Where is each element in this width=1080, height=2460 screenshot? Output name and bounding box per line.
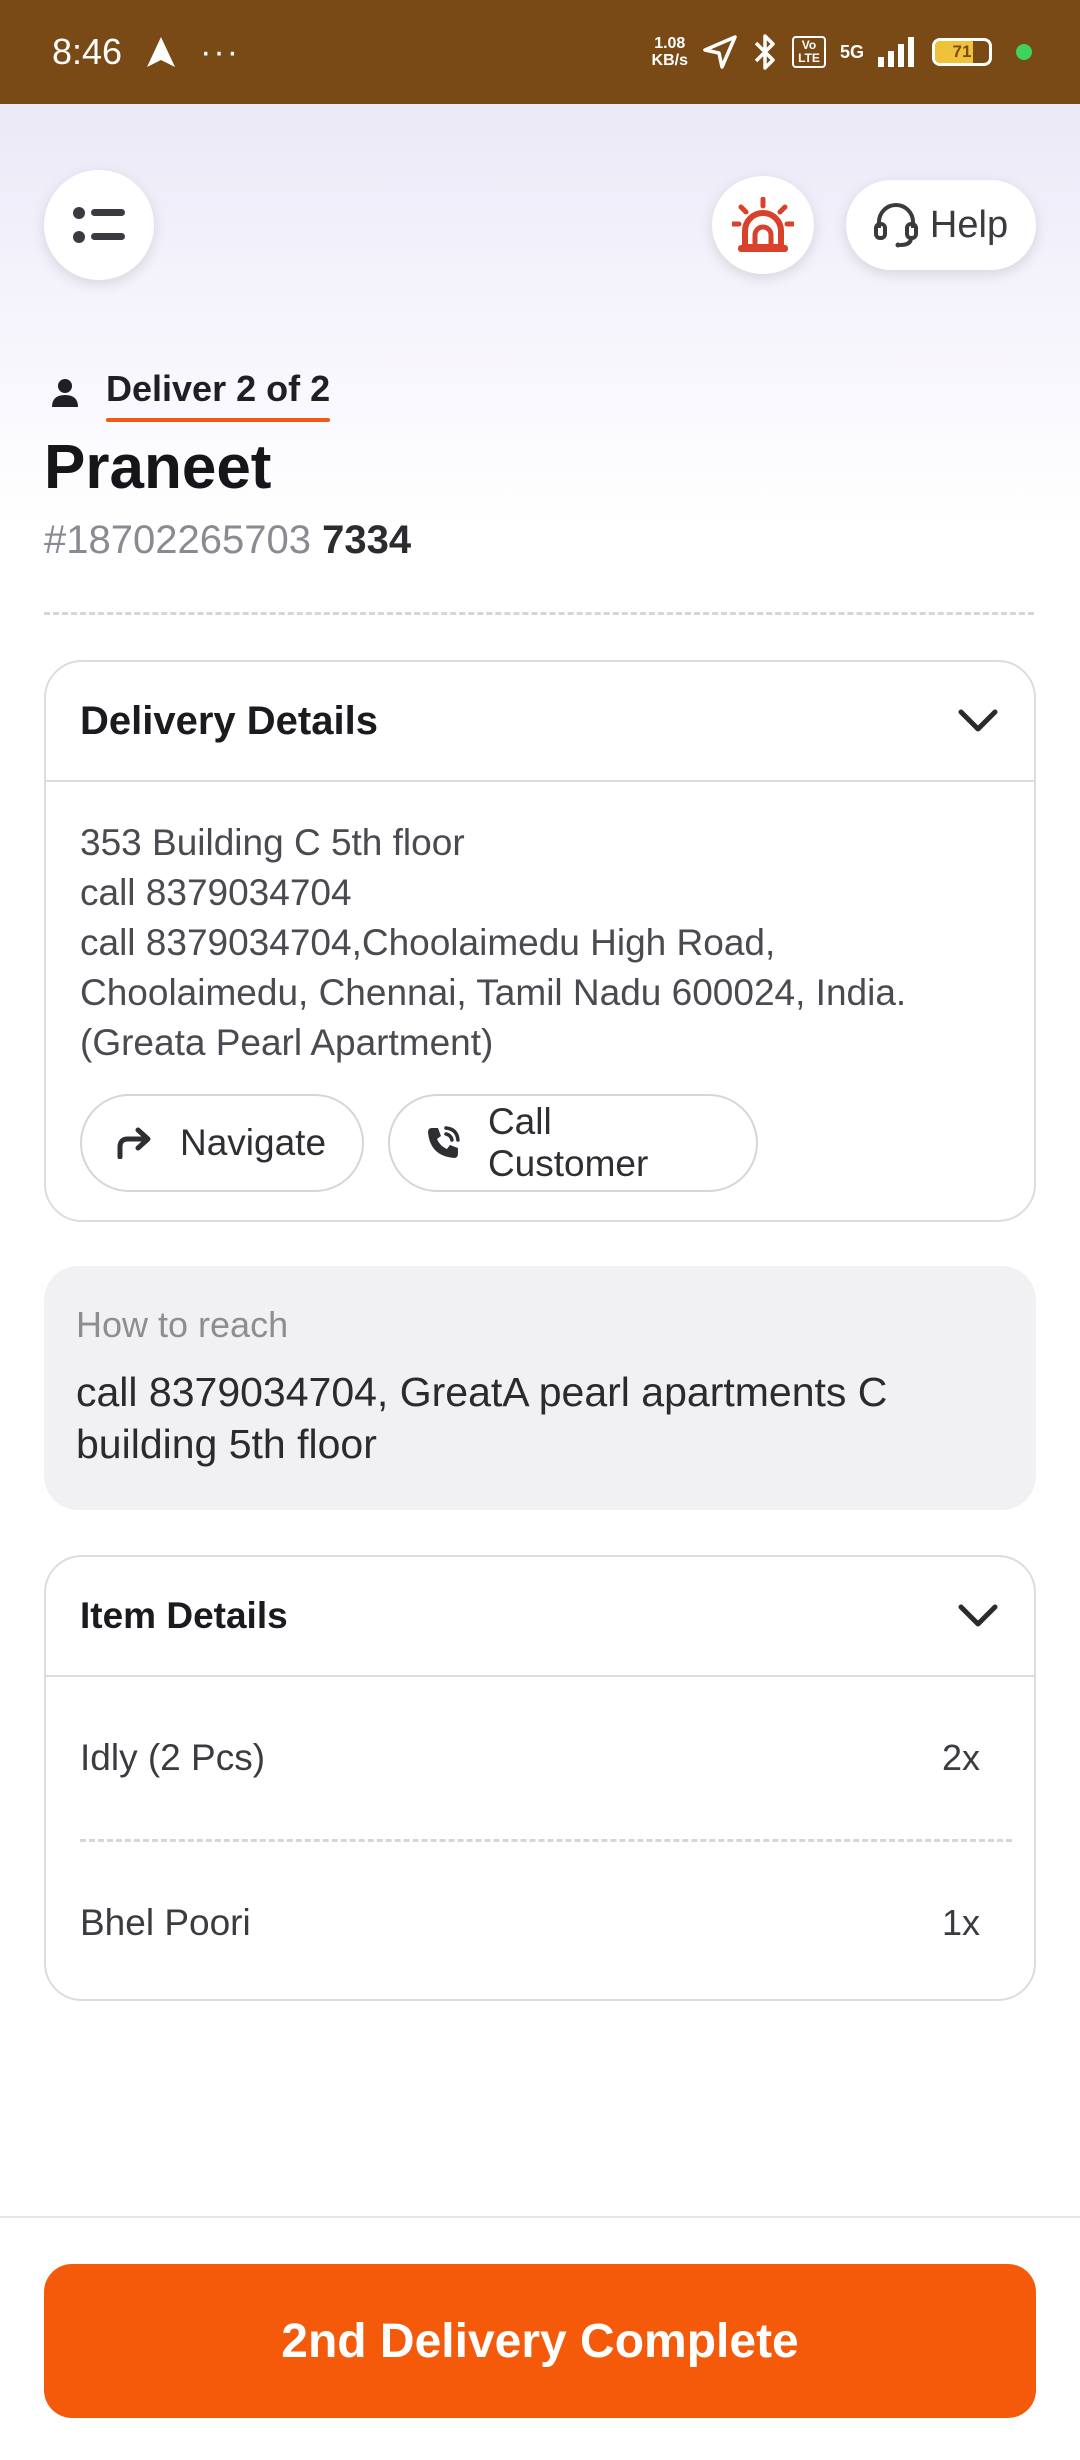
footer-divider [0,2216,1080,2218]
item-quantity: 2x [941,1737,980,1778]
chevron-down-icon [958,709,998,732]
status-left: 8:46 ··· [52,31,240,73]
list-menu-icon [73,207,125,243]
item-details-header[interactable]: Item Details [46,1557,1034,1677]
headset-icon [873,203,918,248]
order-id: #18702265703 7334 [44,518,411,563]
emergency-alert-button[interactable] [712,176,814,274]
more-icon: ··· [200,32,241,71]
status-right: 1.08 KB/s Vo LTE 5G 71 [652,33,1032,71]
person-icon [52,379,78,407]
delivery-details-title: Delivery Details [80,698,378,743]
menu-button[interactable] [44,170,154,280]
navigate-button[interactable]: Navigate [80,1094,364,1192]
delivery-complete-button[interactable]: 2nd Delivery Complete [44,2264,1036,2418]
item-details-card: Item Details Idly (2 Pcs) 2x Bhel Poori … [44,1555,1036,2001]
turn-right-arrow-icon [117,1127,151,1159]
how-to-reach-text: call 8379034704, GreatA pearl apartments… [76,1369,888,1467]
status-bar: 8:46 ··· 1.08 KB/s Vo LTE 5G 71 [0,0,1080,104]
order-id-prefix: #18702265703 [44,518,311,562]
call-customer-label: Call Customer [487,1101,649,1184]
item-details-title: Item Details [80,1595,288,1636]
chevron-down-icon [958,1604,998,1627]
volte-badge: Vo LTE [791,36,826,68]
delivery-details-header[interactable]: Delivery Details [46,662,1034,782]
address-line: call 8379034704,Choolaimedu High Road, [80,922,776,963]
list-item: Idly (2 Pcs) 2x [46,1677,1034,1839]
bluetooth-icon [754,34,775,70]
net-speed: 1.08 KB/s [651,35,688,69]
signal-icon [878,37,914,67]
divider [44,612,1034,615]
phone-call-icon [427,1126,460,1158]
how-to-reach-box: How to reach call 8379034704, GreatA pea… [44,1266,1036,1510]
address-line: (Greata Pearl Apartment) [80,1022,494,1063]
call-customer-button[interactable]: Call Customer [388,1094,758,1192]
order-id-suffix: 7334 [322,518,412,562]
navigation-arrow-icon [147,37,176,67]
list-item: Bhel Poori 1x [46,1842,1034,1999]
siren-icon [732,197,794,252]
address-line: 353 Building C 5th floor [80,822,465,863]
address-line: Choolaimedu, Chennai, Tamil Nadu 600024,… [80,972,907,1013]
customer-name: Praneet [44,433,272,502]
help-label: Help [929,203,1009,246]
item-name: Bhel Poori [80,1902,251,1943]
address-line: call 8379034704 [80,872,352,913]
network-type: 5G [839,41,864,62]
status-time: 8:46 [52,31,123,72]
delivery-details-card: Delivery Details 353 Building C 5th floo… [44,660,1036,1222]
navigate-label: Navigate [180,1122,327,1163]
battery-icon: 71 [932,38,992,66]
delivery-address: 353 Building C 5th floor call 8379034704… [46,782,1034,1068]
help-button[interactable]: Help [846,180,1036,270]
item-name: Idly (2 Pcs) [80,1737,266,1778]
location-icon [703,35,737,69]
item-quantity: 1x [941,1902,980,1943]
privacy-indicator-dot [1016,44,1032,60]
how-to-reach-label: How to reach [76,1304,289,1345]
delivery-step: Deliver 2 of 2 [50,368,331,422]
delivery-step-label: Deliver 2 of 2 [106,368,331,422]
delivery-actions: Navigate Call Customer [46,1068,1034,1192]
